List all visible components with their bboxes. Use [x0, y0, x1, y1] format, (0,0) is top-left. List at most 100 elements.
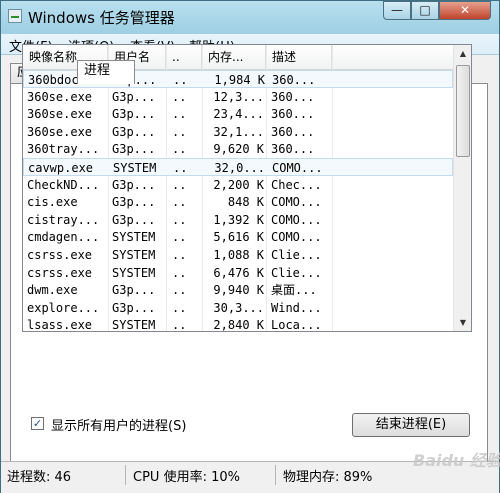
process-desc-cell: COMO...	[271, 230, 322, 244]
window-title: Windows 任务管理器	[28, 9, 175, 27]
process-mem-cell: 32,0...	[214, 161, 265, 175]
process-cpu-cell: ..	[172, 195, 187, 209]
process-name-cell: 360tray...	[27, 142, 100, 156]
vertical-scrollbar[interactable]: ▲ ▼	[453, 45, 471, 331]
process-mem-cell: 30,3...	[213, 301, 264, 315]
process-name-cell: dwm.exe	[27, 283, 78, 297]
table-row[interactable]: 360se.exe G3p..... 12,3... 360...	[23, 88, 453, 106]
process-desc-cell: 360...	[272, 73, 316, 87]
scroll-down-arrow-icon[interactable]: ▼	[454, 314, 471, 331]
end-process-button[interactable]: 结束进程(E)	[352, 413, 470, 437]
process-cpu-cell: ..	[172, 301, 187, 315]
process-user-cell: SYSTEM	[112, 248, 156, 262]
scroll-thumb[interactable]	[456, 65, 470, 157]
process-cpu-cell: ..	[172, 107, 187, 121]
table-row[interactable]: dwm.exe G3p..... 9,940 K 桌面...	[23, 281, 453, 299]
process-user-cell: G3p...	[112, 107, 156, 121]
column-memory[interactable]: 内存...	[202, 45, 266, 69]
process-cpu-cell: ..	[172, 142, 187, 156]
table-row[interactable]: csrss.exe SYSTEM.. 1,088 K Clie...	[23, 246, 453, 264]
maximize-button[interactable]: □	[411, 1, 439, 20]
process-list[interactable]: 映像名称 用户名 .. 内存... 描述 360bdoc...G3p.....1…	[22, 44, 472, 332]
process-name-cell: csrss.exe	[27, 266, 93, 280]
process-name-cell: explore...	[27, 301, 100, 315]
status-cpu-usage: CPU 使用率: 10%	[133, 470, 240, 485]
process-name-cell: cmdagen...	[27, 230, 100, 244]
process-name-cell: csrss.exe	[27, 248, 93, 262]
process-desc-cell: 360...	[271, 107, 315, 121]
process-cpu-cell: ..	[172, 266, 187, 280]
column-cpu[interactable]: ..	[166, 45, 202, 69]
table-row[interactable]: lsass.exe SYSTEM.. 2,840 K Loca...	[23, 316, 453, 332]
table-row[interactable]: cistray... G3p..... 1,392 K COMO...	[23, 211, 453, 229]
process-desc-cell: Wind...	[271, 301, 322, 315]
process-mem-cell: 2,200 K	[213, 178, 264, 192]
process-user-cell: G3p...	[112, 125, 156, 139]
status-divider	[275, 465, 276, 485]
process-mem-cell: 1,984 K	[214, 73, 265, 87]
table-row[interactable]: csrss.exe SYSTEM.. 6,476 K Clie...	[23, 264, 453, 282]
minimize-button[interactable]: —	[383, 1, 411, 20]
scroll-up-arrow-icon[interactable]: ▲	[454, 45, 471, 62]
process-desc-cell: 360...	[271, 90, 315, 104]
process-name-cell: 360se.exe	[27, 90, 93, 104]
process-desc-cell: 桌面...	[271, 283, 317, 297]
process-desc-cell: Chec...	[271, 178, 322, 192]
process-user-cell: SYSTEM	[112, 230, 156, 244]
process-user-cell: G3p...	[112, 178, 156, 192]
process-mem-cell: 9,940 K	[213, 283, 264, 297]
process-name-cell: CheckND...	[27, 178, 100, 192]
process-mem-cell: 32,1...	[213, 125, 264, 139]
process-user-cell: SYSTEM	[112, 266, 156, 280]
task-manager-icon	[8, 9, 22, 23]
process-name-cell: 360se.exe	[27, 125, 93, 139]
table-row[interactable]: explore... G3p..... 30,3... Wind...	[23, 299, 453, 317]
tab-processes[interactable]: 进程	[77, 60, 135, 84]
process-user-cell: G3p...	[112, 301, 156, 315]
process-name-cell: cavwp.exe	[28, 161, 94, 175]
process-mem-cell: 1,088 K	[213, 248, 264, 262]
table-row[interactable]: cis.exe G3p..... 848 K COMO...	[23, 193, 453, 211]
table-row[interactable]: cavwp.exe SYSTEM.. 32,0... COMO...	[23, 158, 453, 176]
process-user-cell: G3p...	[112, 213, 156, 227]
table-row[interactable]: 360se.exe G3p..... 23,4... 360...	[23, 105, 453, 123]
process-desc-cell: COMO...	[272, 161, 323, 175]
process-name-cell: 360se.exe	[27, 107, 93, 121]
process-name-cell: lsass.exe	[27, 318, 93, 332]
show-all-users-label[interactable]: 显示所有用户的进程(S)	[51, 415, 186, 434]
process-desc-cell: 360...	[271, 142, 315, 156]
process-cpu-cell: ..	[172, 178, 187, 192]
process-cpu-cell: ..	[173, 161, 188, 175]
process-user-cell: G3p...	[112, 283, 156, 297]
column-description[interactable]: 描述	[266, 45, 332, 69]
close-button[interactable]: ✕	[439, 1, 491, 20]
task-manager-window: Windows 任务管理器 — □ ✕ 文件(F) 选项(O) 查看(V) 帮助…	[0, 0, 500, 493]
show-all-users-checkbox[interactable]: ✓	[31, 417, 44, 430]
process-desc-cell: 360...	[271, 125, 315, 139]
process-mem-cell: 12,3...	[213, 90, 264, 104]
process-user-cell: SYSTEM	[112, 318, 156, 332]
title-bar[interactable]: Windows 任务管理器 — □ ✕	[1, 1, 499, 33]
process-cpu-cell: ..	[172, 248, 187, 262]
process-user-cell: G3p...	[112, 142, 156, 156]
process-desc-cell: Loca...	[271, 318, 322, 332]
process-name-cell: cistray...	[27, 213, 100, 227]
process-mem-cell: 23,4...	[213, 107, 264, 121]
table-row[interactable]: 360tray... G3p..... 9,620 K 360...	[23, 140, 453, 158]
process-cpu-cell: ..	[173, 73, 188, 87]
process-user-cell: SYSTEM	[113, 161, 157, 175]
table-row[interactable]: 360se.exe G3p..... 32,1... 360...	[23, 123, 453, 141]
process-user-cell: G3p...	[112, 195, 156, 209]
process-user-cell: G3p...	[112, 90, 156, 104]
status-process-count: 进程数: 46	[7, 470, 72, 485]
process-mem-cell: 2,840 K	[213, 318, 264, 332]
table-row[interactable]: CheckND... G3p..... 2,200 K Chec...	[23, 176, 453, 194]
process-cpu-cell: ..	[172, 283, 187, 297]
status-physical-memory: 物理内存: 89%	[283, 470, 373, 485]
process-cpu-cell: ..	[172, 230, 187, 244]
process-cpu-cell: ..	[172, 318, 187, 332]
table-row[interactable]: cmdagen... SYSTEM.. 5,616 K COMO...	[23, 228, 453, 246]
process-mem-cell: 848 K	[227, 195, 264, 209]
process-cpu-cell: ..	[172, 90, 187, 104]
process-desc-cell: COMO...	[271, 213, 322, 227]
